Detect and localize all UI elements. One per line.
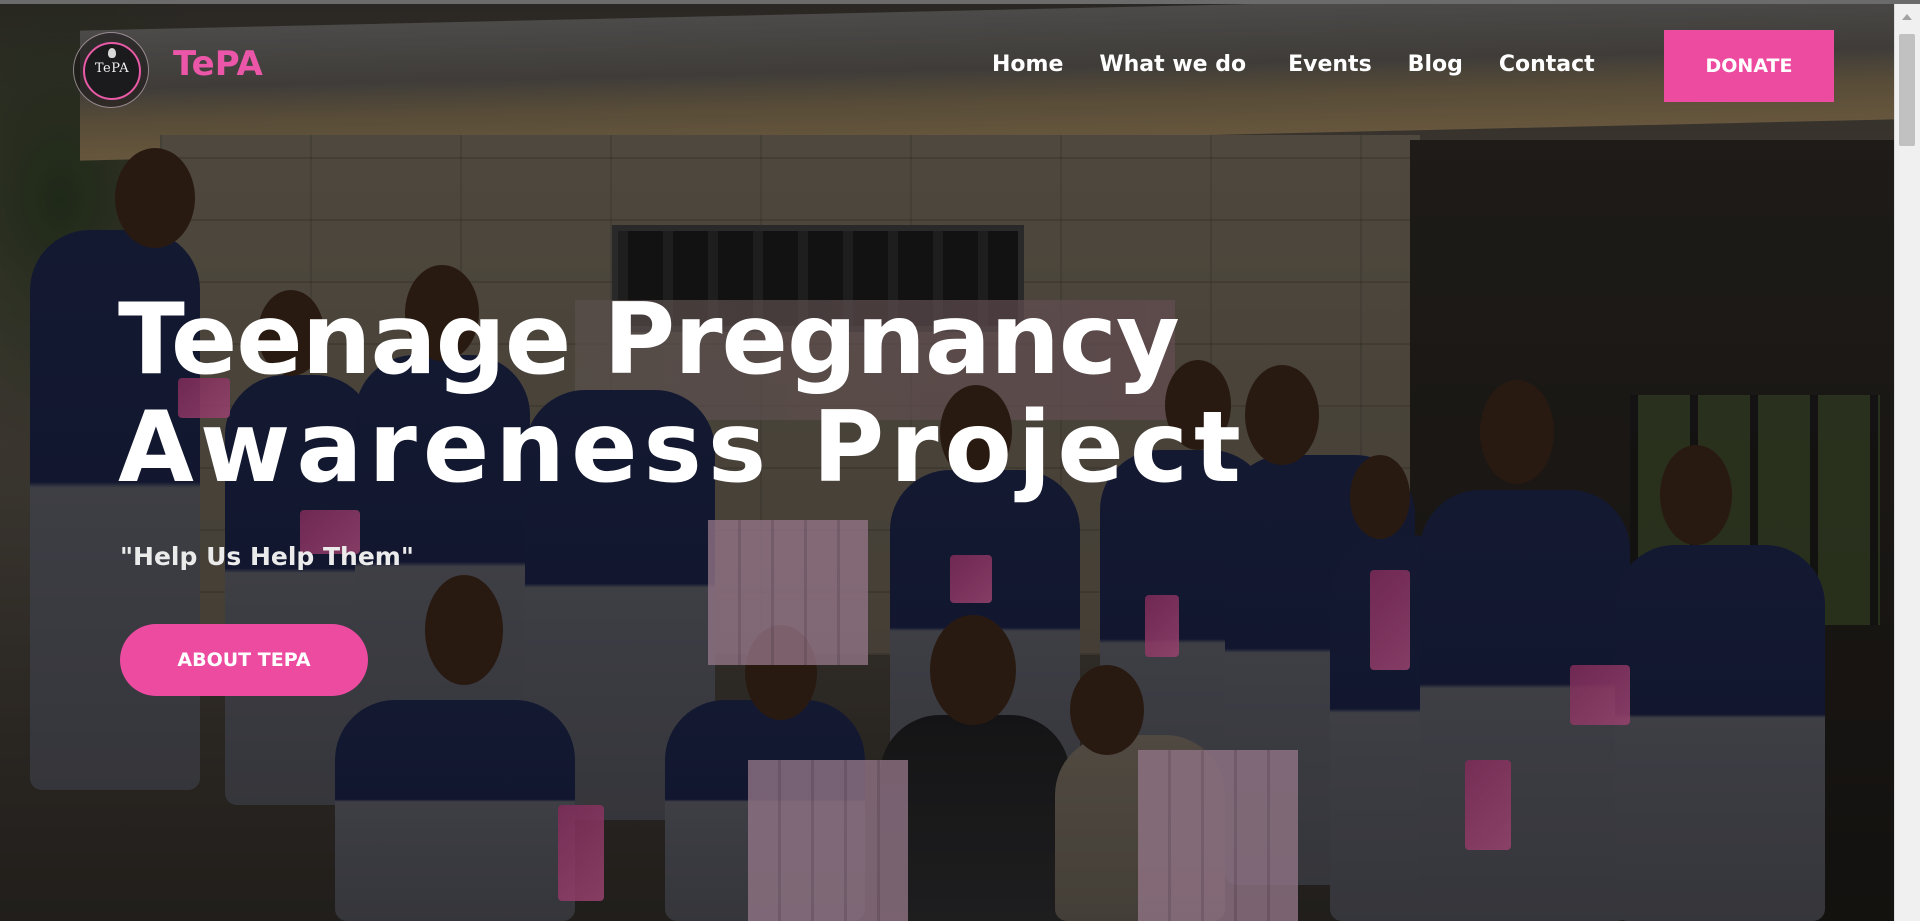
main-menu: Home What we do Events Blog Contact bbox=[992, 52, 1595, 77]
logo-text: TePA bbox=[94, 61, 130, 76]
scrollbar[interactable] bbox=[1894, 4, 1920, 921]
hero-tagline: "Help Us Help Them" bbox=[120, 542, 414, 571]
scroll-up-arrow-icon[interactable] bbox=[1902, 14, 1912, 20]
nav-contact[interactable]: Contact bbox=[1499, 52, 1595, 77]
brand-name[interactable]: TePA bbox=[173, 44, 263, 84]
hero-title: Teenage Pregnancy Awareness Project bbox=[118, 286, 1247, 502]
nav-home[interactable]: Home bbox=[992, 52, 1063, 77]
figure-icon bbox=[108, 48, 116, 58]
site-header: TePA TePA Home What we do Events Blog Co… bbox=[0, 4, 1895, 124]
donate-button[interactable]: DONATE bbox=[1664, 30, 1834, 102]
page: TePA TePA Home What we do Events Blog Co… bbox=[0, 0, 1920, 921]
about-tepa-button[interactable]: ABOUT TEPA bbox=[120, 624, 368, 696]
logo-emblem: TePA bbox=[83, 42, 141, 100]
window-top-border bbox=[0, 0, 1920, 4]
nav-what-we-do[interactable]: What we do bbox=[1099, 52, 1246, 77]
nav-events[interactable]: Events bbox=[1288, 52, 1372, 77]
nav-blog[interactable]: Blog bbox=[1408, 52, 1463, 77]
logo[interactable]: TePA bbox=[73, 32, 149, 108]
scrollbar-thumb[interactable] bbox=[1899, 34, 1915, 146]
hero-title-line-1: Teenage Pregnancy bbox=[118, 283, 1180, 397]
hero-title-line-2: Awareness Project bbox=[118, 391, 1247, 505]
